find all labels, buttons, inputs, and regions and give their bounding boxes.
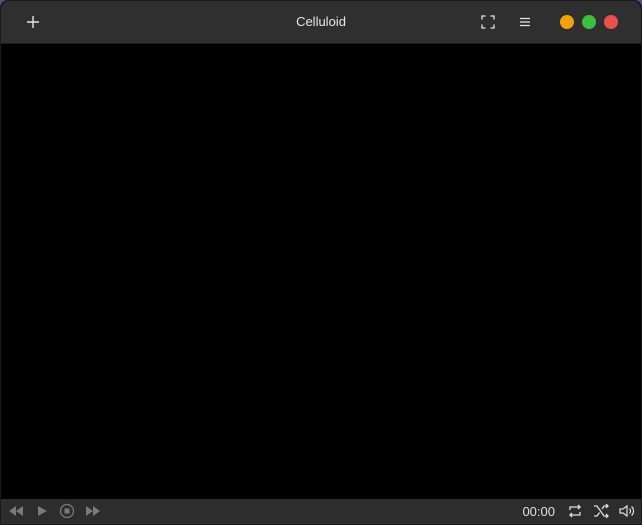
previous-button[interactable]: [5, 500, 27, 522]
volume-icon: [619, 504, 635, 518]
shuffle-icon: [593, 504, 609, 518]
window-title: Celluloid: [296, 14, 346, 29]
shuffle-button[interactable]: [590, 500, 612, 522]
hamburger-menu-icon: [519, 16, 531, 28]
plus-icon: [26, 15, 40, 29]
video-area[interactable]: [1, 44, 641, 499]
close-button[interactable]: [604, 15, 618, 29]
header-bar: Celluloid: [1, 1, 641, 44]
play-icon: [36, 505, 48, 517]
fullscreen-icon: [481, 15, 495, 29]
stop-button[interactable]: [56, 500, 78, 522]
volume-button[interactable]: [616, 500, 638, 522]
control-bar: 00:00: [1, 499, 641, 524]
fullscreen-button[interactable]: [473, 7, 503, 37]
play-button[interactable]: [31, 500, 53, 522]
add-button[interactable]: [18, 7, 48, 37]
next-button[interactable]: [82, 500, 104, 522]
minimize-button[interactable]: [560, 15, 574, 29]
rewind-icon: [8, 505, 24, 517]
time-label: 00:00: [522, 504, 555, 519]
stop-icon: [59, 503, 75, 519]
loop-button[interactable]: [564, 500, 586, 522]
celluloid-window: Celluloid 00:00: [0, 0, 642, 525]
repeat-icon: [567, 504, 583, 518]
maximize-button[interactable]: [582, 15, 596, 29]
fast-forward-icon: [85, 505, 101, 517]
main-menu-button[interactable]: [510, 7, 540, 37]
